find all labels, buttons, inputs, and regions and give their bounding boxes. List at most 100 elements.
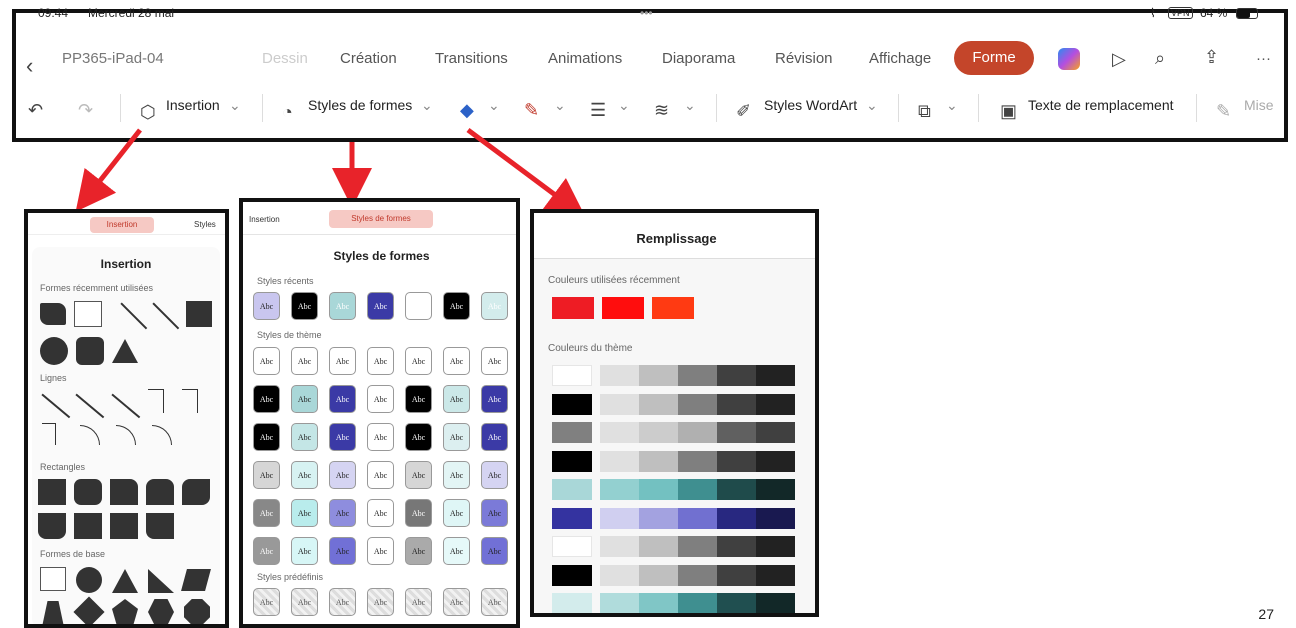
theme-color-swatch[interactable] [639,479,678,500]
triangle-shape[interactable] [112,339,138,363]
chevron-down-icon[interactable]: ⌄ [684,97,696,114]
round-diagonal-rectangle-shape[interactable] [182,479,210,505]
theme-color-swatch[interactable] [552,593,592,613]
theme-color-swatch[interactable] [600,536,639,557]
chevron-down-icon[interactable]: ⌄ [229,97,241,114]
tab-transitions[interactable]: Transitions [435,50,508,67]
theme-color-swatch[interactable] [756,450,795,472]
multitask-dots[interactable]: ••• [640,6,653,20]
theme-color-swatch[interactable] [600,564,639,586]
square-shape[interactable] [186,301,212,327]
theme-color-swatch[interactable] [552,393,592,415]
theme-color-swatch[interactable] [756,536,795,557]
styles-mini-button[interactable]: Styles [194,220,216,229]
tab-creation[interactable]: Création [340,50,397,67]
oval-shape[interactable] [76,567,102,593]
theme-color-swatch[interactable] [756,564,795,586]
theme-color-swatch[interactable] [639,564,678,586]
tab-animations[interactable]: Animations [548,50,622,67]
theme-color-swatch[interactable] [756,593,795,613]
preset-style-swatch[interactable]: Abc [405,588,432,616]
format-pane-icon[interactable]: ✎ [1216,101,1231,121]
textbox-shape[interactable] [74,301,102,327]
theme-color-swatch[interactable] [552,507,592,529]
preset-style-swatch[interactable]: Abc [443,588,470,616]
theme-color-swatch[interactable] [600,593,639,613]
theme-color-swatch[interactable] [552,450,592,472]
fill-bucket-icon[interactable]: ◆ [460,100,474,120]
theme-color-swatch[interactable] [717,507,756,529]
theme-color-swatch[interactable] [639,450,678,472]
theme-color-swatch[interactable] [717,593,756,613]
theme-color-swatch[interactable] [552,536,592,557]
chevron-down-icon[interactable]: ⌄ [421,97,433,114]
preset-style-swatch[interactable]: Abc [481,588,508,616]
line-weight-icon[interactable]: ☰ [590,100,606,120]
styles-wordart-button[interactable]: Styles WordArt [764,97,857,113]
theme-color-swatch[interactable] [600,450,639,472]
theme-color-swatch[interactable] [600,393,639,415]
preset-style-swatch[interactable]: Abc [253,588,280,616]
rounded-rectangle-shape[interactable] [74,479,102,505]
theme-color-swatch[interactable] [552,365,592,386]
textbox-shape[interactable] [40,567,66,591]
rectangle-shape[interactable] [38,479,66,505]
theme-color-swatch[interactable] [639,593,678,613]
theme-color-swatch[interactable] [756,507,795,529]
round-top-rectangle-shape[interactable] [146,479,174,505]
back-icon[interactable]: ‹ [26,55,33,77]
theme-color-swatch[interactable] [552,564,592,586]
mise-button[interactable]: Mise [1244,97,1274,113]
tab-diaporama[interactable]: Diaporama [662,50,735,67]
arrange-icon[interactable]: ⧉ [918,101,931,121]
theme-color-swatch[interactable] [717,479,756,500]
line-dash-icon[interactable]: ≋ [654,100,669,120]
undo-icon[interactable]: ↶ [28,100,43,120]
elbow-arrow-connector-shape[interactable] [182,389,198,413]
theme-color-swatch[interactable] [678,507,717,529]
theme-color-swatch[interactable] [600,479,639,500]
theme-color-swatch[interactable] [600,365,639,386]
redo-icon[interactable]: ↷ [78,100,93,120]
rectangle-shape[interactable] [110,513,138,539]
snip-rectangle-shape[interactable] [110,479,138,505]
theme-color-swatch[interactable] [639,507,678,529]
theme-color-swatch[interactable] [639,365,678,386]
tab-affichage[interactable]: Affichage [869,50,931,67]
preset-style-swatch[interactable]: Abc [291,588,318,616]
rounded-square-shape[interactable] [76,337,104,365]
insertion-mini-button[interactable]: Insertion [90,217,154,233]
theme-color-swatch[interactable] [717,450,756,472]
theme-color-swatch[interactable] [678,564,717,586]
theme-color-swatch[interactable] [639,536,678,557]
theme-color-swatch[interactable] [678,479,717,500]
theme-color-swatch[interactable] [639,422,678,443]
chevron-down-icon[interactable]: ⌄ [946,97,958,114]
tab-revision[interactable]: Révision [775,50,833,67]
chevron-down-icon[interactable]: ⌄ [554,97,566,114]
theme-color-swatch[interactable] [678,422,717,443]
right-triangle-shape[interactable] [148,569,174,593]
circle-shape[interactable] [40,337,68,365]
tab-forme[interactable]: Forme [954,41,1034,75]
theme-color-swatch[interactable] [717,422,756,443]
theme-color-swatch[interactable] [678,536,717,557]
theme-color-swatch[interactable] [756,479,795,500]
more-icon[interactable]: ··· [1256,50,1271,67]
theme-color-swatch[interactable] [552,422,592,443]
theme-color-swatch[interactable] [600,422,639,443]
theme-color-swatch[interactable] [678,593,717,613]
preset-style-swatch[interactable]: Abc [367,588,394,616]
octagon-shape[interactable] [184,599,210,624]
rectangle-shape[interactable] [74,513,102,539]
theme-color-swatch[interactable] [678,450,717,472]
elbow-connector-shape[interactable] [148,389,164,413]
share-icon[interactable]: ⇪ [1204,47,1219,67]
theme-color-swatch[interactable] [717,536,756,557]
chevron-down-icon[interactable]: ⌄ [866,97,878,114]
snip-corner-rectangle-shape[interactable] [146,513,174,539]
preset-style-swatch[interactable]: Abc [329,588,356,616]
theme-color-swatch[interactable] [717,564,756,586]
tab-dessin[interactable]: Dessin [262,50,308,67]
play-icon[interactable]: ▷ [1112,49,1126,69]
